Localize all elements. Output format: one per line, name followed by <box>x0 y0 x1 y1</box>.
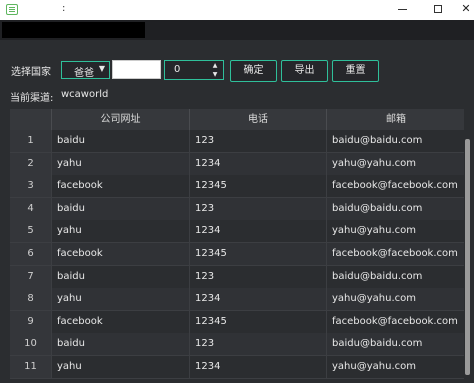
website-cell[interactable]: baidu <box>52 333 190 356</box>
email-cell[interactable]: baidu@baidu.com <box>327 130 465 152</box>
minimize-button[interactable] <box>384 0 420 20</box>
export-button[interactable]: 导出 <box>281 60 328 82</box>
app-icon <box>6 4 18 15</box>
phone-cell[interactable]: 12345 <box>190 243 327 265</box>
table-row[interactable]: 8 yahu 1234 yahu@yahu.com <box>10 288 465 312</box>
table-row[interactable]: 4 baidu 123 baidu@baidu.com <box>10 197 465 221</box>
country-label: 选择国家 <box>11 67 51 78</box>
row-number[interactable]: 5 <box>10 220 52 243</box>
email-cell[interactable]: facebook@facebook.com <box>327 175 465 197</box>
row-number[interactable]: 3 <box>10 175 52 198</box>
row-number[interactable]: 2 <box>10 152 52 175</box>
spinbox-value: 0 <box>174 64 181 75</box>
table-row[interactable]: 6 facebook 12345 facebook@facebook.com <box>10 243 465 266</box>
website-cell[interactable]: yahu <box>52 288 190 311</box>
header-website[interactable]: 公司网址 <box>52 109 190 130</box>
number-spinbox[interactable]: 0 ▲ ▼ <box>164 60 224 80</box>
country-select[interactable]: 爸爸 ▼ <box>61 61 110 79</box>
phone-cell[interactable]: 123 <box>190 130 327 152</box>
header-corner[interactable] <box>10 109 52 130</box>
email-cell[interactable]: baidu@baidu.com <box>327 333 465 355</box>
phone-cell[interactable]: 123 <box>190 197 327 220</box>
phone-cell[interactable]: 1234 <box>190 288 327 311</box>
email-cell[interactable]: facebook@facebook.com <box>327 243 465 265</box>
row-number[interactable]: 10 <box>10 333 52 356</box>
row-number[interactable]: 1 <box>10 130 52 152</box>
email-cell[interactable]: baidu@baidu.com <box>327 198 465 220</box>
redacted-field <box>2 22 145 38</box>
table-row[interactable]: 1 baidu 123 baidu@baidu.com <box>10 130 465 153</box>
maximize-icon <box>434 5 442 13</box>
scrollbar-thumb[interactable] <box>465 139 470 375</box>
phone-cell[interactable]: 123 <box>190 333 327 356</box>
confirm-button[interactable]: 确定 <box>230 60 277 82</box>
row-number[interactable]: 7 <box>10 265 52 288</box>
reset-button[interactable]: 重置 <box>332 60 379 82</box>
close-button[interactable]: ✕ <box>448 0 474 20</box>
channel-label: 当前渠道: <box>10 93 54 104</box>
table-row[interactable]: 5 yahu 1234 yahu@yahu.com <box>10 220 465 244</box>
phone-cell[interactable]: 12345 <box>190 175 327 198</box>
email-cell[interactable]: yahu@yahu.com <box>327 356 465 378</box>
vertical-scrollbar[interactable] <box>464 109 471 383</box>
table-row[interactable]: 2 yahu 1234 yahu@yahu.com <box>10 152 465 176</box>
email-cell[interactable]: yahu@yahu.com <box>327 153 465 175</box>
phone-cell[interactable]: 1234 <box>190 356 327 378</box>
country-select-value: 爸爸 <box>74 68 94 79</box>
table-row[interactable]: 9 facebook 12345 facebook@facebook.com <box>10 310 465 334</box>
website-cell[interactable]: facebook <box>52 243 190 265</box>
row-number[interactable]: 4 <box>10 197 52 220</box>
row-number[interactable]: 11 <box>10 356 52 378</box>
website-cell[interactable]: yahu <box>52 152 190 175</box>
phone-cell[interactable]: 123 <box>190 265 327 288</box>
table-row[interactable]: 7 baidu 123 baidu@baidu.com <box>10 265 465 289</box>
row-number[interactable]: 8 <box>10 288 52 311</box>
phone-cell[interactable]: 1234 <box>190 220 327 243</box>
table-row[interactable]: 11 yahu 1234 yahu@yahu.com <box>10 356 465 379</box>
row-number[interactable]: 6 <box>10 243 52 265</box>
table-row[interactable]: 10 baidu 123 baidu@baidu.com <box>10 333 465 357</box>
email-cell[interactable]: yahu@yahu.com <box>327 288 465 310</box>
title-bar: : ✕ <box>0 0 474 20</box>
email-cell[interactable]: facebook@facebook.com <box>327 311 465 333</box>
window-title: : <box>62 3 66 14</box>
email-cell[interactable]: yahu@yahu.com <box>327 220 465 242</box>
website-cell[interactable]: baidu <box>52 130 190 152</box>
website-cell[interactable]: yahu <box>52 220 190 243</box>
table-header: 公司网址 电话 邮箱 <box>10 109 465 130</box>
phone-cell[interactable]: 12345 <box>190 310 327 333</box>
website-cell[interactable]: facebook <box>52 310 190 333</box>
website-cell[interactable]: yahu <box>52 356 190 378</box>
email-cell[interactable]: baidu@baidu.com <box>327 266 465 288</box>
phone-cell[interactable]: 1234 <box>190 152 327 175</box>
website-cell[interactable]: facebook <box>52 175 190 198</box>
website-cell[interactable]: baidu <box>52 197 190 220</box>
dropdown-arrow-icon: ▼ <box>98 64 105 73</box>
close-icon: ✕ <box>461 2 471 15</box>
row-number[interactable]: 9 <box>10 310 52 333</box>
table-row[interactable]: 3 facebook 12345 facebook@facebook.com <box>10 175 465 199</box>
website-cell[interactable]: baidu <box>52 265 190 288</box>
spin-up-icon[interactable]: ▲ <box>210 61 220 70</box>
text-input[interactable] <box>112 60 161 79</box>
minimize-icon <box>397 8 407 10</box>
header-email[interactable]: 邮箱 <box>327 109 465 130</box>
spin-down-icon[interactable]: ▼ <box>210 70 220 79</box>
header-phone[interactable]: 电话 <box>190 109 327 130</box>
data-table: 公司网址 电话 邮箱 1 baidu 123 baidu@baidu.com 2 yahu… <box>10 109 465 383</box>
channel-value: wcaworld <box>61 89 109 100</box>
